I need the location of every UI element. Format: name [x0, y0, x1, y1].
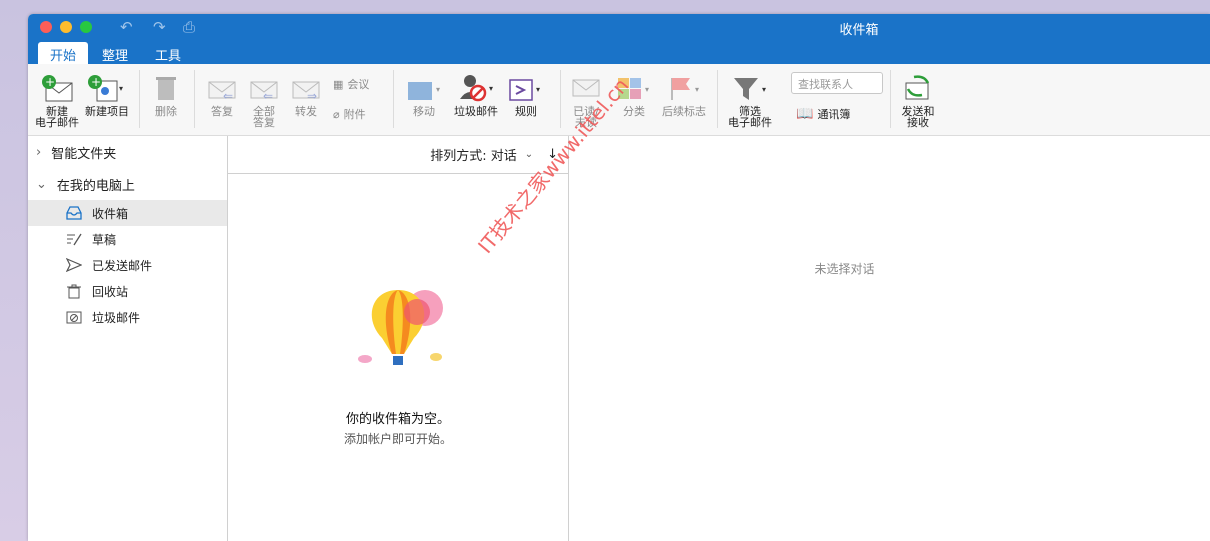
svg-text:▾: ▾: [645, 85, 649, 94]
ribbon-separator: [717, 70, 718, 128]
ribbon-tabs: 开始 整理 工具: [28, 40, 1210, 64]
empty-inbox-title: 你的收件箱为空。: [345, 412, 450, 427]
empty-inbox-subtitle: 添加帐户即可开始。: [343, 432, 452, 446]
hot-air-balloon-illustration: [348, 276, 448, 389]
svg-text:▾: ▾: [436, 85, 440, 94]
rules-button[interactable]: ▾ 规则: [506, 70, 546, 117]
follow-up-button[interactable]: ▾ 后续标志: [660, 70, 708, 117]
ribbon-separator: [560, 70, 561, 128]
forward-button[interactable]: ⇒ 转发: [286, 70, 326, 117]
rules-icon: ▾: [506, 70, 546, 106]
chevron-down-icon: ⌄: [36, 176, 47, 192]
move-button[interactable]: ▾ 移动: [402, 70, 446, 117]
tab-tools[interactable]: 工具: [143, 42, 193, 64]
svg-text:⇐: ⇐: [263, 89, 273, 102]
svg-text:▾: ▾: [762, 85, 766, 94]
new-email-button[interactable]: + 新建 电子邮件: [34, 70, 80, 128]
sidebar-item-inbox[interactable]: 收件箱: [28, 200, 227, 226]
search-contacts-input[interactable]: 查找联系人: [791, 72, 883, 94]
paperclip-icon: ⌀: [333, 107, 340, 121]
sidebar-item-trash[interactable]: 回收站: [28, 278, 227, 304]
address-book-button[interactable]: 📖 通讯簿: [796, 106, 850, 122]
smart-folders-group[interactable]: › 智能文件夹: [28, 136, 227, 168]
reply-button[interactable]: ⇐ 答复: [202, 70, 242, 117]
sidebar-item-sent[interactable]: 已发送邮件: [28, 252, 227, 278]
svg-text:▾: ▾: [695, 85, 699, 94]
trash-can-icon: [148, 70, 184, 106]
meeting-button[interactable]: ▦ 会议: [333, 76, 369, 92]
book-icon: 📖: [796, 106, 814, 122]
junk-block-icon: ▾: [450, 70, 502, 106]
trash-icon: [66, 283, 82, 299]
svg-text:⇐: ⇐: [223, 89, 233, 102]
sidebar-item-drafts[interactable]: 草稿: [28, 226, 227, 252]
ribbon-separator: [139, 70, 140, 128]
ribbon-separator: [393, 70, 394, 128]
svg-text:▾: ▾: [489, 84, 493, 93]
chevron-down-icon[interactable]: ⌄: [525, 149, 533, 160]
sidebar-item-junk[interactable]: 垃圾邮件: [28, 304, 227, 330]
reply-icon: ⇐: [202, 70, 242, 106]
sort-bar: 排列方式: 对话 ⌄ ↓: [228, 136, 568, 174]
funnel-icon: ▾: [724, 70, 776, 106]
svg-text:+: +: [91, 75, 101, 89]
svg-text:▾: ▾: [119, 84, 123, 93]
ribbon-separator: [194, 70, 195, 128]
inbox-icon: [66, 205, 82, 221]
svg-text:⇒: ⇒: [307, 89, 317, 102]
svg-text:▾: ▾: [536, 85, 540, 94]
ribbon-separator: [890, 70, 891, 128]
attachment-button[interactable]: ⌀ 附件: [333, 106, 366, 122]
filter-email-button[interactable]: ▾ 筛选 电子邮件: [724, 70, 776, 128]
move-folder-icon: ▾: [402, 70, 446, 106]
tab-home[interactable]: 开始: [38, 42, 89, 64]
junk-mail-button[interactable]: ▾ 垃圾邮件: [450, 70, 502, 117]
new-item-button[interactable]: + ▾ 新建项目: [84, 70, 130, 117]
reading-pane: 未选择对话: [569, 136, 1210, 541]
chevron-right-icon: ›: [36, 144, 42, 160]
junk-icon: [66, 309, 82, 325]
flag-icon: ▾: [660, 70, 708, 106]
reply-all-icon: ⇐: [244, 70, 284, 106]
draft-icon: [66, 231, 82, 247]
send-receive-icon: [896, 70, 940, 106]
calendar-icon: ▦: [333, 77, 344, 91]
window-title: 收件箱: [839, 23, 879, 38]
sent-icon: [66, 257, 82, 273]
delete-button[interactable]: 删除: [148, 70, 184, 117]
svg-text:+: +: [45, 75, 55, 89]
tab-organize[interactable]: 整理: [90, 42, 140, 64]
reply-all-button[interactable]: ⇐ 全部 答复: [244, 70, 284, 128]
folder-sidebar: › 智能文件夹 ⌄ 在我的电脑上 收件箱 草稿 已发送邮件 回收站 垃圾邮件: [28, 136, 228, 541]
new-email-icon: +: [34, 70, 80, 106]
send-receive-button[interactable]: 发送和 接收: [896, 70, 940, 128]
forward-icon: ⇒: [286, 70, 326, 106]
no-conversation-label: 未选择对话: [814, 262, 875, 276]
sort-dropdown[interactable]: 排列方式: 对话: [430, 145, 517, 164]
on-my-computer-group[interactable]: ⌄ 在我的电脑上: [28, 168, 227, 200]
title-bar: ↶ ↷ ⎙ 收件箱: [28, 14, 1210, 40]
new-item-icon: + ▾: [84, 70, 130, 106]
